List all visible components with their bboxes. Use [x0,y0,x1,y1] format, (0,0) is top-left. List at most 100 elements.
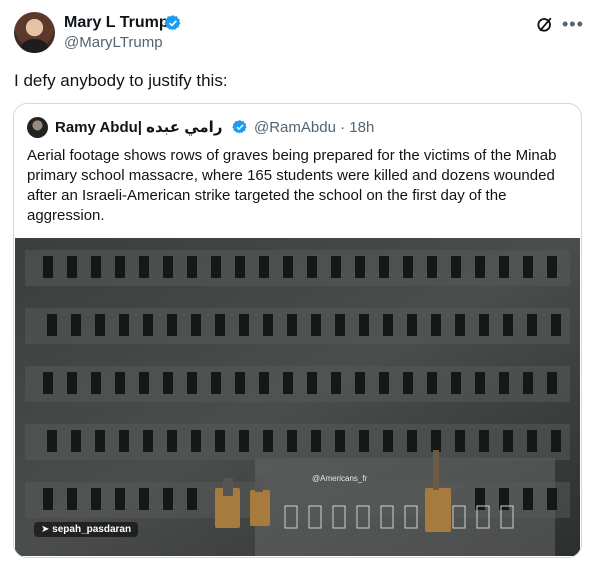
grave [163,488,173,510]
grave [355,372,365,394]
grave [119,314,129,336]
grave [307,256,317,278]
grave [523,488,533,510]
grave [115,256,125,278]
grave [499,256,509,278]
grave [427,256,437,278]
grave [479,430,489,452]
quoted-time: · 18h [340,119,375,136]
grave [283,256,293,278]
grave [143,314,153,336]
quoted-media-image[interactable]: @Americans_fr ➤ sepah_pasdaran [15,238,580,556]
grave [475,372,485,394]
grave [527,430,537,452]
grave [499,372,509,394]
grave [475,256,485,278]
quoted-avatar[interactable] [27,117,48,138]
grave [547,256,557,278]
grave [167,314,177,336]
grave [451,256,461,278]
grave [403,372,413,394]
grave [331,372,341,394]
grave [167,430,177,452]
grave [451,372,461,394]
grave [43,488,53,510]
grave [43,256,53,278]
grave [527,314,537,336]
grave [215,314,225,336]
grave [383,314,393,336]
grave [331,256,341,278]
grave [215,430,225,452]
grave [311,314,321,336]
grave [211,372,221,394]
quoted-tweet[interactable]: Ramy Abdu| رامي عبده @RamAbdu · 18h Aeri… [13,103,582,558]
grave [71,430,81,452]
grave [263,314,273,336]
grave [359,314,369,336]
grave [67,256,77,278]
grave [379,256,389,278]
grave [139,372,149,394]
quoted-handle-time[interactable]: @RamAbdu · 18h [254,119,374,136]
grave [403,256,413,278]
grave [67,488,77,510]
grave [503,430,513,452]
aerial-graves-photo [15,238,580,556]
quoted-text: Aerial footage shows rows of graves bein… [27,147,557,224]
grave [239,314,249,336]
grave [235,256,245,278]
grave [455,430,465,452]
grave [383,430,393,452]
author-avatar[interactable] [14,12,55,53]
watermark-center: @Americans_fr [312,474,368,483]
grave [407,430,417,452]
more-icon[interactable]: ••• [562,14,584,35]
grave [551,430,561,452]
quoted-handle[interactable]: @RamAbdu [254,119,336,136]
grave [239,430,249,452]
grave [191,430,201,452]
quoted-name[interactable]: Ramy Abdu| رامي عبده [55,118,222,136]
grave [115,372,125,394]
grave [47,314,57,336]
grave [259,256,269,278]
grave [91,256,101,278]
grave [335,314,345,336]
grave [287,430,297,452]
author-handle[interactable]: @MaryLTrump [64,34,163,51]
grave [115,488,125,510]
grave [91,372,101,394]
grave [407,314,417,336]
grave [235,372,245,394]
grave [143,430,153,452]
grok-icon[interactable] [535,14,555,34]
author-name[interactable]: Mary L Trump [64,14,169,32]
send-icon: ➤ [41,524,50,535]
grave [551,314,561,336]
grave [287,314,297,336]
grave [187,488,197,510]
grave [47,430,57,452]
grave [163,372,173,394]
grave [91,488,101,510]
verified-badge-icon [232,120,247,134]
grave [427,372,437,394]
grave [479,314,489,336]
grave [71,314,81,336]
grave [431,314,441,336]
grave [211,256,221,278]
grave [67,372,77,394]
grave [547,488,557,510]
grave [547,372,557,394]
grave [187,256,197,278]
grave [191,314,201,336]
grave [259,372,269,394]
grave [139,488,149,510]
grave [263,430,273,452]
grave [283,372,293,394]
grave [359,430,369,452]
grave [307,372,317,394]
grave [187,372,197,394]
grave [455,314,465,336]
